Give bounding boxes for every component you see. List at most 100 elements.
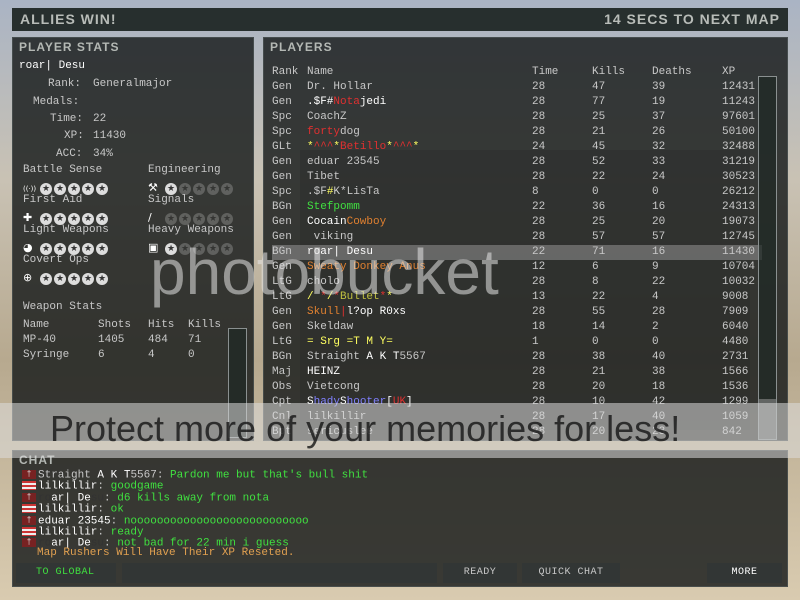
chat-sender: lilkillir <box>38 481 97 493</box>
player-time: 28 <box>532 96 546 108</box>
player-deaths: 19 <box>652 96 666 108</box>
player-time: 28 <box>532 276 546 288</box>
player-row[interactable]: Spc fortydog 28 21 26 50100 <box>272 125 762 140</box>
skill-level: ▣ ★ ★ ★ ★ ★ <box>148 238 235 256</box>
player-row[interactable]: BGn roar| Desu 22 71 16 11430 <box>272 245 762 260</box>
player-row[interactable]: Gen viking 28 57 57 12745 <box>272 230 762 245</box>
player-deaths: 57 <box>652 231 666 243</box>
player-kills: 22 <box>592 171 606 183</box>
player-rank: Spc <box>272 186 292 198</box>
name-segment: / <box>307 291 321 303</box>
name-segment: Sweaty Donkey Anus <box>307 261 426 273</box>
player-row[interactable]: Spc .$F#K*LisTa 8 0 0 26212 <box>272 185 762 200</box>
player-row[interactable]: BGn Stefpomm 22 36 16 24313 <box>272 200 762 215</box>
players-panel: PLAYERS Rank Name Time Kills Deaths XP Gen Dr. … <box>263 37 788 441</box>
player-rank: LtG <box>272 291 292 303</box>
player-row[interactable]: LtG = Srg =T M Y= 1 0 0 4480 <box>272 335 762 350</box>
to-global-button[interactable]: TO GLOBAL <box>16 563 116 583</box>
player-row[interactable]: Gen eduar 23545 28 52 33 31219 <box>272 155 762 170</box>
player-kills: 47 <box>592 81 606 93</box>
weapon-stat-cell: Syringe <box>23 349 70 361</box>
player-row[interactable]: GLt *^^^*Betillo*^^^* 24 45 32 32488 <box>272 140 762 155</box>
player-rank: Gen <box>272 171 292 183</box>
player-rank: BGn <box>272 201 292 213</box>
chat-input[interactable] <box>122 563 437 583</box>
player-row[interactable]: Gen Dr. Hollar 28 47 39 12431 <box>272 80 762 95</box>
time-label: Time: <box>50 113 84 125</box>
player-deaths: 38 <box>652 366 666 378</box>
top-bar: ALLIES WIN! 14 SECS TO NEXT MAP <box>12 8 788 31</box>
player-row[interactable]: Gen Sweaty Donkey Anus 12 6 9 10704 <box>272 260 762 275</box>
chat-text: goodgame <box>110 480 164 493</box>
star-icon: ★ <box>68 273 80 285</box>
player-xp: 32488 <box>722 141 756 153</box>
player-time: 18 <box>532 321 546 333</box>
ready-button[interactable]: READY <box>443 563 517 583</box>
player-row[interactable]: Gen Skull|l?op R0xs 28 55 28 7909 <box>272 305 762 320</box>
player-rank: Spc <box>272 126 292 138</box>
skill-name: First Aid <box>23 194 83 206</box>
player-name: Straight A K T5567 <box>307 351 426 363</box>
wrench-icon: ⚒ <box>148 181 158 194</box>
player-kills: 0 <box>592 336 599 348</box>
player-kills: 22 <box>592 291 606 303</box>
star-icon: ★ <box>207 243 219 255</box>
player-row[interactable]: Spc CoachZ 28 25 37 97601 <box>272 110 762 125</box>
name-segment: lilkillir <box>38 480 98 493</box>
player-xp: 24313 <box>722 201 756 213</box>
player-stats-title: PLAYER STATS <box>19 40 120 54</box>
player-row[interactable]: BGn Straight A K T5567 28 38 40 2731 <box>272 350 762 365</box>
players-scrollbar[interactable] <box>758 76 777 440</box>
player-row[interactable]: Gen Skeldaw 18 14 2 6040 <box>272 320 762 335</box>
player-xp: 12431 <box>722 81 756 93</box>
axis-flag-icon: † <box>22 492 36 502</box>
player-row[interactable]: Gen CocainCowboy 28 25 20 19073 <box>272 215 762 230</box>
name-segment: lilkillir <box>38 503 98 516</box>
player-xp: 11430 <box>722 246 756 258</box>
name-segment: Nota <box>333 96 360 108</box>
weapon-stat-cell: 4 <box>148 349 155 361</box>
player-kills: 25 <box>592 111 606 123</box>
player-rank: LtG <box>272 336 292 348</box>
chat-message: lilkillir: goodgame <box>22 481 163 492</box>
name-segment: * <box>307 141 314 153</box>
star-icon: ★ <box>221 243 233 255</box>
player-deaths: 20 <box>652 216 666 228</box>
player-time: 28 <box>532 231 546 243</box>
player-row[interactable]: Gen .$F#Notajedi 28 77 19 11243 <box>272 95 762 110</box>
player-kills: 38 <box>592 351 606 363</box>
player-rank: BGn <box>272 246 292 258</box>
chat-message: lilkillir: ok <box>22 504 124 515</box>
player-xp: 9008 <box>722 291 749 303</box>
server-message: Map Rushers Will Have Their XP Reseted. <box>37 547 295 559</box>
name-segment: cholo <box>307 276 341 288</box>
player-deaths: 26 <box>652 126 666 138</box>
player-row[interactable]: LtG cholo 28 8 22 10032 <box>272 275 762 290</box>
player-xp: 7909 <box>722 306 749 318</box>
axis-flag-icon: † <box>22 515 36 525</box>
name-segment: eduar 23545 <box>307 156 380 168</box>
column-header: Kills <box>592 66 626 78</box>
players-table: Rank Name Time Kills Deaths XP Gen Dr. Hollar 28… <box>272 65 762 440</box>
weapon-stat-cell: 0 <box>188 349 195 361</box>
player-rank: Maj <box>272 366 292 378</box>
chat-sender: Straight A K T5567 <box>38 469 157 481</box>
player-time: 28 <box>532 351 546 363</box>
chat-text: d6 kills away from nota <box>117 492 270 505</box>
player-name: eduar 23545 <box>307 156 380 168</box>
player-kills: 25 <box>592 216 606 228</box>
chat-text: ready <box>110 526 144 539</box>
quick-chat-button[interactable]: QUICK CHAT <box>522 563 620 583</box>
player-rank: Gen <box>272 231 292 243</box>
player-row[interactable]: Obs Vietcong 28 20 18 1536 <box>272 380 762 395</box>
match-result: ALLIES WIN! <box>20 11 117 27</box>
name-segment: Straight <box>38 469 98 482</box>
player-row[interactable]: Gen Tibet 28 22 24 30523 <box>272 170 762 185</box>
player-kills: 71 <box>592 246 606 258</box>
player-row[interactable]: LtG / */*Bullet** 13 22 4 9008 <box>272 290 762 305</box>
weapon-column-header: Name <box>23 319 50 331</box>
player-time: 28 <box>532 171 546 183</box>
player-kills: 14 <box>592 321 606 333</box>
player-row[interactable]: Maj HEINZ 28 21 38 1566 <box>272 365 762 380</box>
more-button[interactable]: MORE <box>707 563 782 583</box>
